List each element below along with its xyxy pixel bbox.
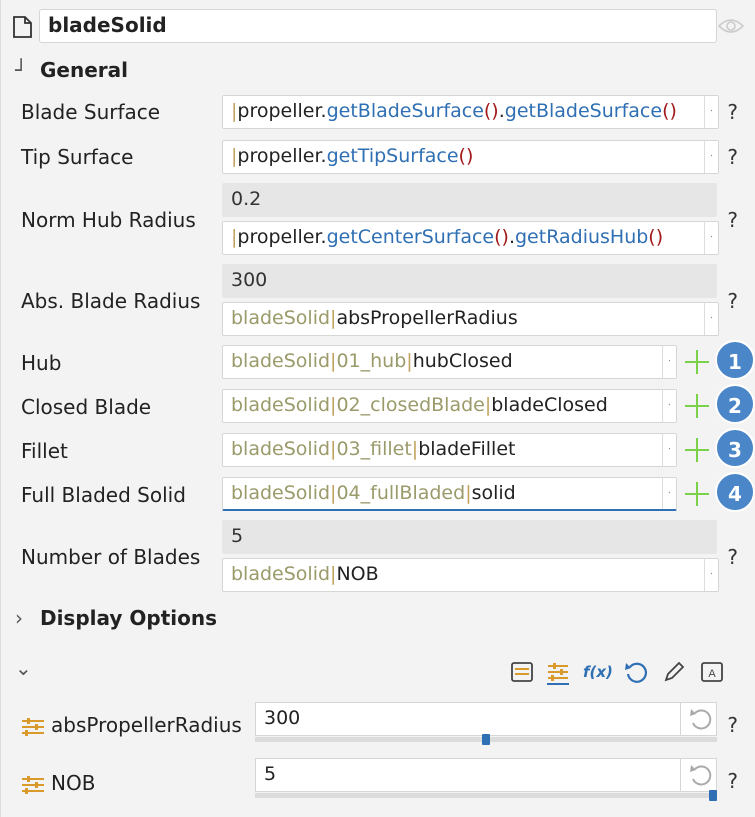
formula-icon[interactable]: f(x) [583,659,613,685]
parameter-slider-track[interactable] [255,790,717,801]
help-icon[interactable]: ? [727,145,738,169]
tip-surface-label: Tip Surface [21,145,134,169]
dropdown-toggle[interactable]: ⋅ [704,141,718,173]
callout-badge: 4 [715,472,755,512]
dropdown-toggle[interactable]: ⋅ [704,559,718,591]
expand-chevron-icon: › [15,606,23,630]
hub-reference-field[interactable]: bladeSolid|01_hub|hubClosed ⋅ [222,345,677,379]
parameter-label: NOB [21,771,95,795]
help-icon[interactable]: ? [727,208,738,232]
number-of-blades-value: 5 [222,520,717,554]
reset-icon [690,709,712,730]
undo-icon[interactable] [623,659,649,685]
section-general-title: General [39,58,128,82]
closed-blade-reference-field[interactable]: bladeSolid|02_closedBlade|bladeClosed ⋅ [222,389,677,423]
dropdown-toggle[interactable]: ⋅ [662,390,676,422]
abs-blade-radius-label: Abs. Blade Radius [21,289,201,313]
document-icon [13,16,32,38]
add-full-bladed-solid-button[interactable] [685,482,709,506]
parameter-toolbar: f(x) A [495,656,745,686]
section-display-options-title: Display Options [39,606,217,630]
norm-hub-radius-expression-field[interactable]: |propeller.getCenterSurface().getRadiusH… [222,221,719,255]
dropdown-toggle[interactable]: ⋅ [662,434,676,466]
closed-blade-label: Closed Blade [21,395,152,419]
section-display-options-header[interactable]: › Display Options [15,606,217,630]
sliders-icon[interactable] [545,659,571,685]
reset-button[interactable] [681,758,717,792]
norm-hub-radius-value: 0.2 [222,183,717,217]
eye-icon[interactable] [717,16,745,36]
tip-surface-field[interactable]: |propeller.getTipSurface() ⋅ [222,140,719,174]
norm-hub-radius-label: Norm Hub Radius [21,208,196,232]
properties-panel: bladeSolid ┘ General Blade Surface |prop… [0,0,755,817]
fillet-reference-field[interactable]: bladeSolid|03_fillet|bladeFillet ⋅ [222,433,677,467]
dropdown-toggle[interactable]: ⋅ [662,478,676,509]
abs-blade-radius-reference-field[interactable]: bladeSolid|absPropellerRadius ⋅ [222,302,719,336]
dropdown-toggle[interactable]: ⋅ [704,303,718,335]
chevron-down-icon: ⌄ [15,656,32,680]
callout-badge: 1 [715,340,755,380]
add-fillet-button[interactable] [685,438,709,462]
help-icon[interactable]: ? [727,769,738,793]
fillet-label: Fillet [21,439,68,463]
number-of-blades-label: Number of Blades [21,545,201,569]
dropdown-toggle[interactable]: ⋅ [704,96,718,128]
svg-text:A: A [708,668,716,680]
parameter-slider-track[interactable] [255,734,717,745]
slider-thumb[interactable] [709,790,717,801]
help-icon[interactable]: ? [727,713,738,737]
text-label-icon[interactable]: A [699,659,725,685]
reset-icon [690,765,712,786]
parameters-section-toggle[interactable]: ⌄ [15,656,33,680]
dropdown-toggle[interactable]: ⋅ [704,222,718,254]
pencil-icon[interactable] [661,659,687,685]
blade-surface-field[interactable]: |propeller.getBladeSurface().getBladeSur… [222,95,719,129]
abs-blade-radius-value: 300 [222,264,717,298]
blade-surface-label: Blade Surface [21,100,161,124]
parameter-value-input[interactable]: 300 [255,702,681,736]
number-of-blades-reference-field[interactable]: bladeSolid|NOB ⋅ [222,558,719,592]
add-closed-blade-button[interactable] [685,394,709,418]
help-icon[interactable]: ? [727,100,738,124]
help-icon[interactable]: ? [727,289,738,313]
slider-thumb[interactable] [482,734,490,745]
help-icon[interactable]: ? [727,545,738,569]
panel-icon[interactable] [509,659,535,685]
dropdown-toggle[interactable]: ⋅ [662,346,676,378]
object-name-input[interactable]: bladeSolid [39,9,717,43]
callout-badge: 3 [715,428,755,468]
full-bladed-solid-reference-field[interactable]: bladeSolid|04_fullBladed|solid ⋅ [222,477,677,511]
hub-label: Hub [21,351,62,375]
add-hub-button[interactable] [685,350,709,374]
collapse-chevron-icon: ┘ [15,58,28,82]
parameter-label: absPropellerRadius [21,713,242,737]
parameter-sliders-icon [22,717,44,736]
parameter-sliders-icon [22,775,44,794]
section-general-header[interactable]: ┘ General [15,58,128,82]
reset-button[interactable] [681,702,717,736]
title-row: bladeSolid [9,8,749,44]
parameter-value-input[interactable]: 5 [255,758,681,792]
full-bladed-solid-label: Full Bladed Solid [21,483,186,507]
callout-badge: 2 [715,384,755,424]
